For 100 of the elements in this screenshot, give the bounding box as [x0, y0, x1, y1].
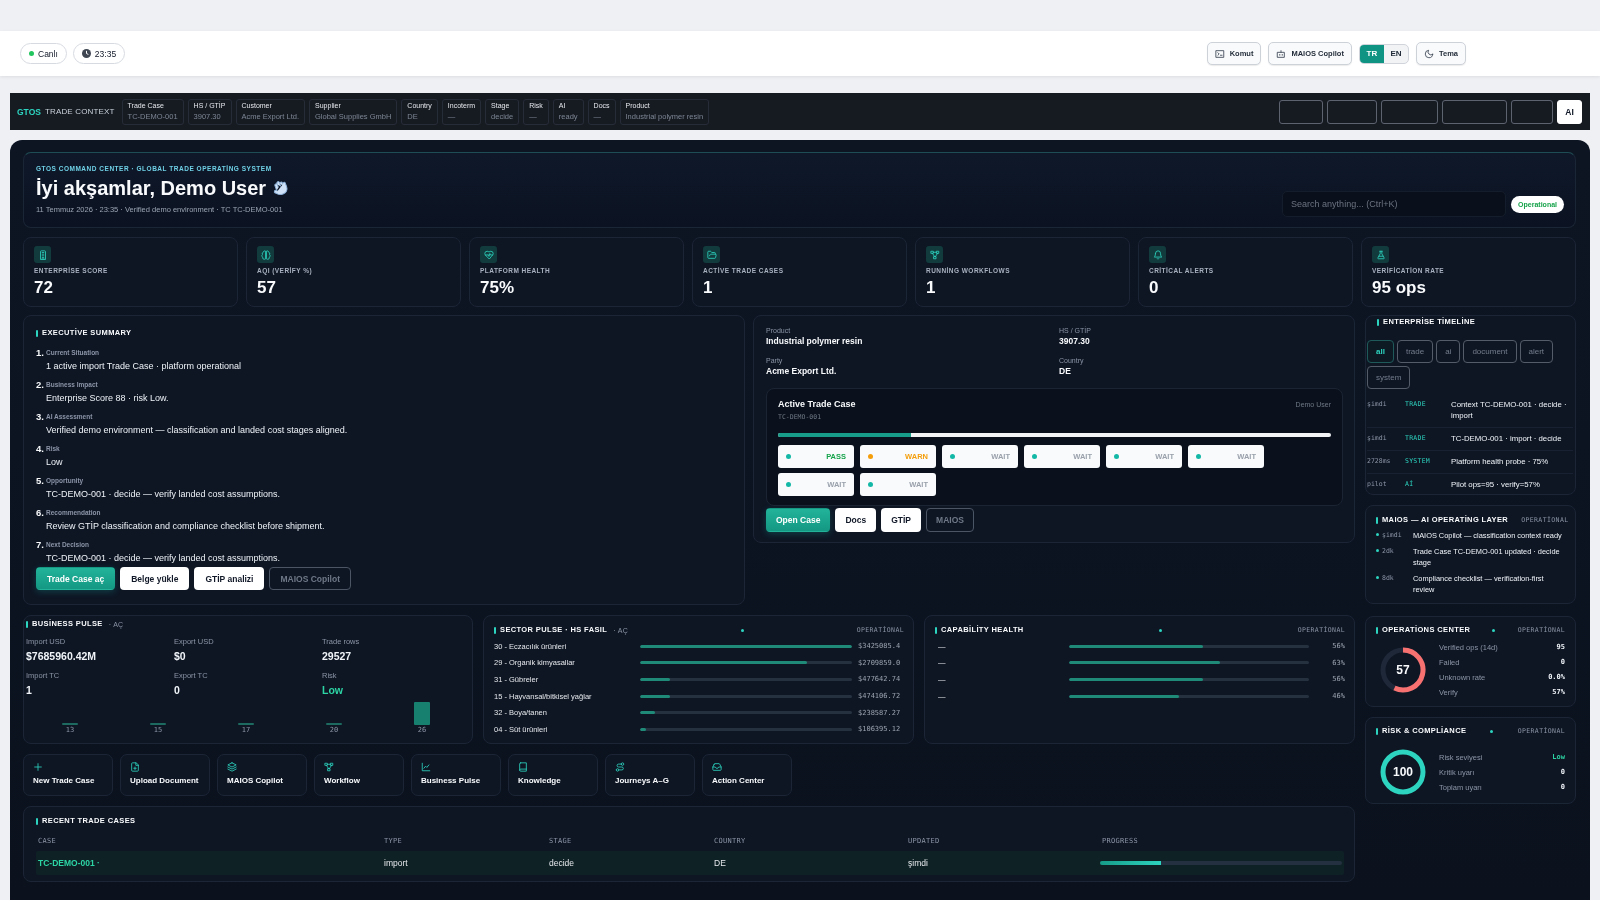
kpi-value: 72	[34, 278, 53, 298]
bullet-dot-icon	[1376, 533, 1379, 536]
kpi-value: 0	[1149, 278, 1159, 298]
section-marker-icon	[1376, 727, 1378, 735]
bullet-dot-icon	[1376, 549, 1379, 552]
filter-chip[interactable]: document	[1463, 340, 1517, 363]
table-row[interactable]: TC-DEMO-001 · import decide DE şimdi	[36, 851, 1344, 875]
gauge-value: 57	[1396, 662, 1410, 677]
context-button[interactable]	[1511, 99, 1553, 124]
item-text: Verified demo environment — classification and landed cost stages aligned.	[46, 424, 349, 437]
field-value: DE	[1059, 365, 1072, 378]
table-cell-text: DE	[713, 858, 726, 868]
quick-action-button[interactable]: Journeys A–G	[605, 754, 695, 796]
section-marker-icon	[26, 620, 28, 628]
brain-icon	[257, 246, 274, 263]
quick-action-button[interactable]: Upload Document	[120, 754, 210, 796]
metric-value: 0	[174, 683, 181, 697]
quick-action-button[interactable]: Knowledge	[508, 754, 598, 796]
status-dot-icon	[868, 482, 873, 487]
clock-icon	[81, 49, 91, 58]
status-dot-icon	[1490, 729, 1494, 733]
field-value: 3907.30	[1059, 335, 1091, 348]
item-number: 3.	[36, 410, 45, 424]
live-label: Canlı	[38, 48, 58, 59]
item-text: Review GTİP classification and compliance checklist before shipment.	[46, 520, 326, 533]
field-value: Industrial polymer resin	[766, 335, 864, 348]
status-dot-icon	[950, 454, 955, 459]
file-plus-icon	[130, 762, 140, 772]
section-marker-icon	[1376, 516, 1378, 524]
metric-value: 29527	[322, 649, 353, 663]
context-button[interactable]	[1327, 99, 1377, 124]
metric-value: Low	[322, 683, 344, 697]
status-dot-icon	[29, 51, 34, 56]
language-option[interactable]: TR	[1359, 44, 1384, 63]
table-cell-text: import	[383, 858, 408, 868]
heart-pulse-icon	[480, 246, 497, 263]
item-number: 5.	[36, 474, 45, 488]
filter-chip[interactable]: alert	[1519, 340, 1554, 363]
gauge-value: 100	[1393, 765, 1413, 779]
metric-value: 1	[26, 683, 33, 697]
status-dot-icon	[868, 454, 873, 459]
kpi-value: 1	[703, 278, 713, 298]
case-link[interactable]: TC-DEMO-001 ·	[36, 858, 100, 868]
context-button[interactable]	[1442, 99, 1507, 124]
clock-time: 23:35	[94, 48, 117, 59]
item-text: TC-DEMO-001 · decide — verify landed cost assumptions.	[46, 552, 282, 565]
metric-value: $0	[174, 649, 187, 663]
bell-icon	[1149, 246, 1166, 263]
section-marker-icon	[36, 329, 38, 337]
section-marker-icon	[36, 817, 38, 825]
moon-icon	[1423, 48, 1434, 59]
table-cell-text: şimdi	[907, 858, 928, 868]
inbox-icon	[712, 762, 722, 772]
bullet-dot-icon	[1376, 576, 1379, 579]
quick-action-button[interactable]: MAIOS Copilot	[217, 754, 307, 796]
quick-action-button[interactable]: Business Pulse	[411, 754, 501, 796]
status-dot-icon	[1492, 628, 1496, 632]
item-number: 1.	[36, 346, 45, 360]
filter-chip[interactable]: trade	[1396, 340, 1434, 363]
case-title: Active Trade Case	[778, 399, 856, 409]
action-button[interactable]: Docs	[835, 508, 877, 532]
filter-chip[interactable]: system	[1367, 366, 1411, 389]
status-dot-icon	[1032, 454, 1037, 459]
kpi-value: 1	[926, 278, 936, 298]
status-dot-icon	[1114, 454, 1119, 459]
terminal-icon	[1214, 48, 1225, 59]
context-button[interactable]	[1279, 99, 1323, 124]
filter-chip[interactable]: all	[1367, 340, 1394, 363]
kpi-value: 95 ops	[1372, 278, 1426, 298]
section-marker-icon	[1377, 318, 1379, 326]
table-cell-text: decide	[548, 858, 575, 868]
kpi-value: 75%	[480, 278, 515, 298]
building-icon	[34, 246, 51, 263]
context-button[interactable]	[1381, 99, 1438, 124]
greeting-title: İyi akşamlar, Demo User	[36, 176, 267, 200]
quick-action-button[interactable]: Action Center	[702, 754, 792, 796]
search-field[interactable]: Search anything... (Ctrl+K)	[1282, 191, 1507, 217]
language-option[interactable]: EN	[1383, 44, 1408, 63]
brand-name: GTOS	[17, 106, 41, 117]
plus-icon	[33, 762, 43, 772]
status-dot-icon	[1196, 454, 1201, 459]
action-button[interactable]: Belge yükle	[120, 567, 190, 590]
book-icon	[518, 762, 528, 772]
status-dot-icon	[786, 482, 791, 487]
section-marker-icon	[935, 626, 937, 634]
status-dot-icon	[1159, 628, 1163, 632]
filter-chip[interactable]: ai	[1436, 340, 1461, 363]
item-number: 6.	[36, 506, 45, 520]
item-number: 4.	[36, 442, 45, 456]
quick-action-button[interactable]: New Trade Case	[23, 754, 113, 796]
action-button[interactable]: GTİP analizi	[194, 567, 265, 590]
context-button[interactable]: AI	[1557, 99, 1582, 124]
action-button[interactable]: GTİP	[881, 508, 922, 532]
quick-action-button[interactable]: Workflow	[314, 754, 404, 796]
route-icon	[615, 762, 625, 772]
status-dot-icon	[740, 628, 744, 632]
nodes-icon	[926, 246, 943, 263]
line-chart-icon	[421, 762, 431, 772]
item-text: 1 active import Trade Case · platform operational	[46, 360, 243, 373]
item-text: Low	[46, 456, 64, 469]
